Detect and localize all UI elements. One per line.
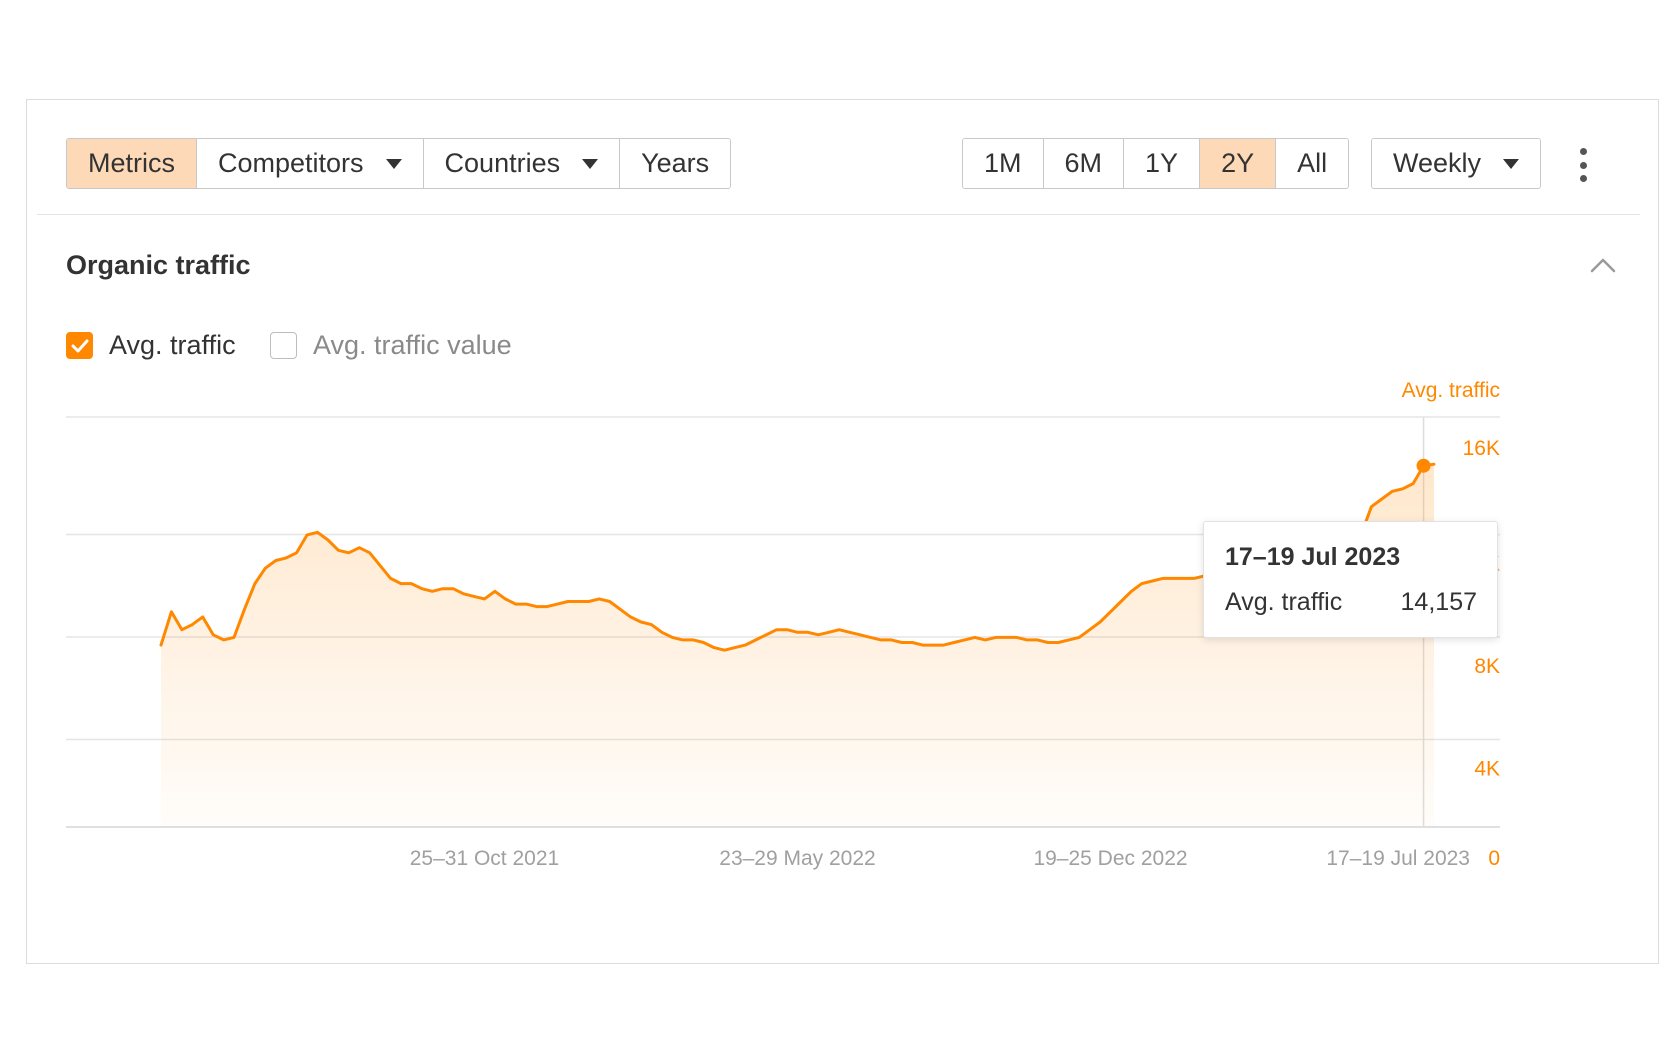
x-tick-label: 23–29 May 2022 xyxy=(719,847,875,870)
x-tick-label: 25–31 Oct 2021 xyxy=(410,847,559,870)
tooltip-label: Avg. traffic xyxy=(1225,588,1343,616)
x-tick-label: 17–19 Jul 2023 xyxy=(1326,847,1470,870)
y-axis-title: Avg. traffic xyxy=(1402,379,1500,402)
highlight-point[interactable] xyxy=(1416,458,1431,473)
y-tick-label: 0 xyxy=(1488,847,1500,870)
tooltip-date: 17–19 Jul 2023 xyxy=(1225,543,1401,571)
organic-traffic-card: Metrics Competitors Countries Years 1M 6… xyxy=(26,99,1659,964)
series-area xyxy=(161,464,1434,827)
chart-tooltip: 17–19 Jul 2023 Avg. traffic 14,157 xyxy=(1203,521,1498,638)
y-tick-label: 16K xyxy=(1463,437,1500,460)
y-tick-label: 8K xyxy=(1474,655,1500,678)
tooltip-value: 14,157 xyxy=(1400,588,1477,616)
y-tick-label: 4K xyxy=(1474,758,1500,781)
x-tick-label: 19–25 Dec 2022 xyxy=(1033,847,1187,870)
